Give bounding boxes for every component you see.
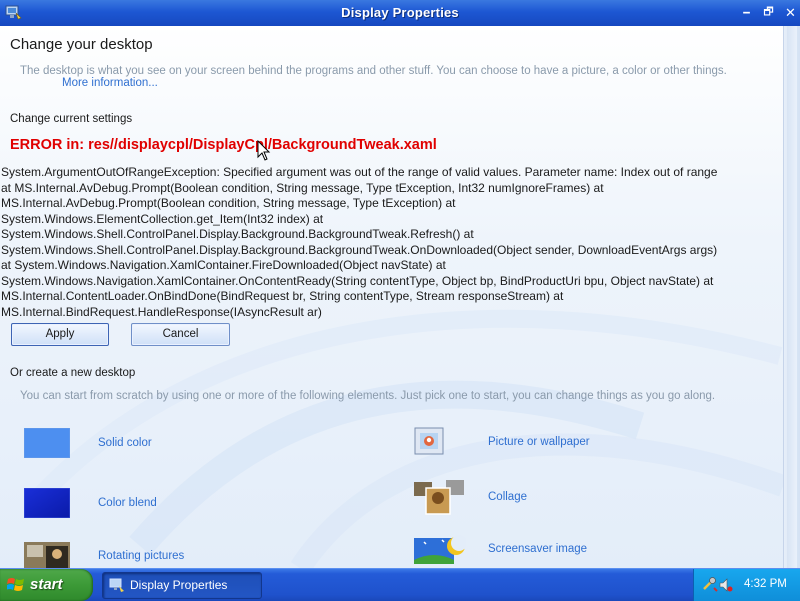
network-tools-icon[interactable] [702, 576, 718, 592]
restore-button[interactable]: 🗗 [760, 4, 777, 21]
cancel-button[interactable]: Cancel [131, 323, 230, 346]
error-title: ERROR in: res//displaycpl/DisplayCpl/Bac… [10, 137, 437, 153]
color-blend-label[interactable]: Color blend [98, 497, 157, 509]
taskbar-item-display-properties[interactable]: Display Properties [102, 572, 262, 599]
option-screensaver-image[interactable]: Screensaver image [414, 532, 587, 566]
taskbar: start Display Properties 4:32 PM [0, 568, 800, 601]
collage-label[interactable]: Collage [488, 491, 527, 503]
option-color-blend[interactable]: Color blend [24, 488, 157, 518]
scrollbar-thumb[interactable] [787, 26, 797, 568]
new-desktop-description: You can start from scratch by using one … [20, 390, 716, 402]
minimize-button[interactable]: 🗕 [738, 4, 755, 21]
option-collage[interactable]: Collage [414, 478, 527, 516]
start-label[interactable]: start [30, 576, 63, 593]
page-title: Change your desktop [10, 36, 153, 53]
solid-color-label[interactable]: Solid color [98, 437, 152, 449]
system-tray: 4:32 PM [693, 569, 800, 601]
option-picture-or-wallpaper[interactable]: Picture or wallpaper [414, 426, 590, 458]
rotating-pictures-thumbnail [24, 542, 70, 568]
option-solid-color[interactable]: Solid color [24, 428, 152, 458]
solid-color-thumbnail [24, 428, 70, 458]
current-settings-heading: Change current settings [10, 113, 133, 125]
window-title: Display Properties [341, 5, 459, 20]
taskbar-item-label: Display Properties [130, 578, 228, 592]
option-rotating-pictures[interactable]: Rotating pictures [24, 542, 184, 568]
control-panel-content: Change your desktop The desktop is what … [0, 26, 783, 568]
more-information-link[interactable]: More information... [62, 77, 158, 89]
collage-icon [414, 480, 464, 515]
title-bar[interactable]: Display Properties 🗕 🗗 ✕ [0, 0, 800, 27]
start-button[interactable]: start [0, 569, 93, 601]
apply-button[interactable]: Apply [11, 323, 109, 346]
new-desktop-heading: Or create a new desktop [10, 367, 136, 379]
rotating-pictures-label[interactable]: Rotating pictures [98, 550, 184, 562]
picture-or-wallpaper-label[interactable]: Picture or wallpaper [488, 436, 590, 448]
color-blend-thumbnail [24, 488, 70, 518]
error-stack-trace: System.ArgumentOutOfRangeException: Spec… [1, 165, 718, 319]
vertical-scrollbar[interactable] [783, 26, 800, 568]
windows-logo-icon [7, 578, 24, 591]
mouse-cursor-icon [257, 140, 271, 161]
picture-icon [414, 427, 444, 455]
screensaver-image-label[interactable]: Screensaver image [488, 543, 587, 555]
volume-icon[interactable] [719, 577, 733, 593]
close-button[interactable]: ✕ [782, 4, 799, 21]
screensaver-icon [414, 535, 466, 564]
display-properties-icon [109, 578, 124, 592]
clock[interactable]: 4:32 PM [744, 578, 787, 590]
